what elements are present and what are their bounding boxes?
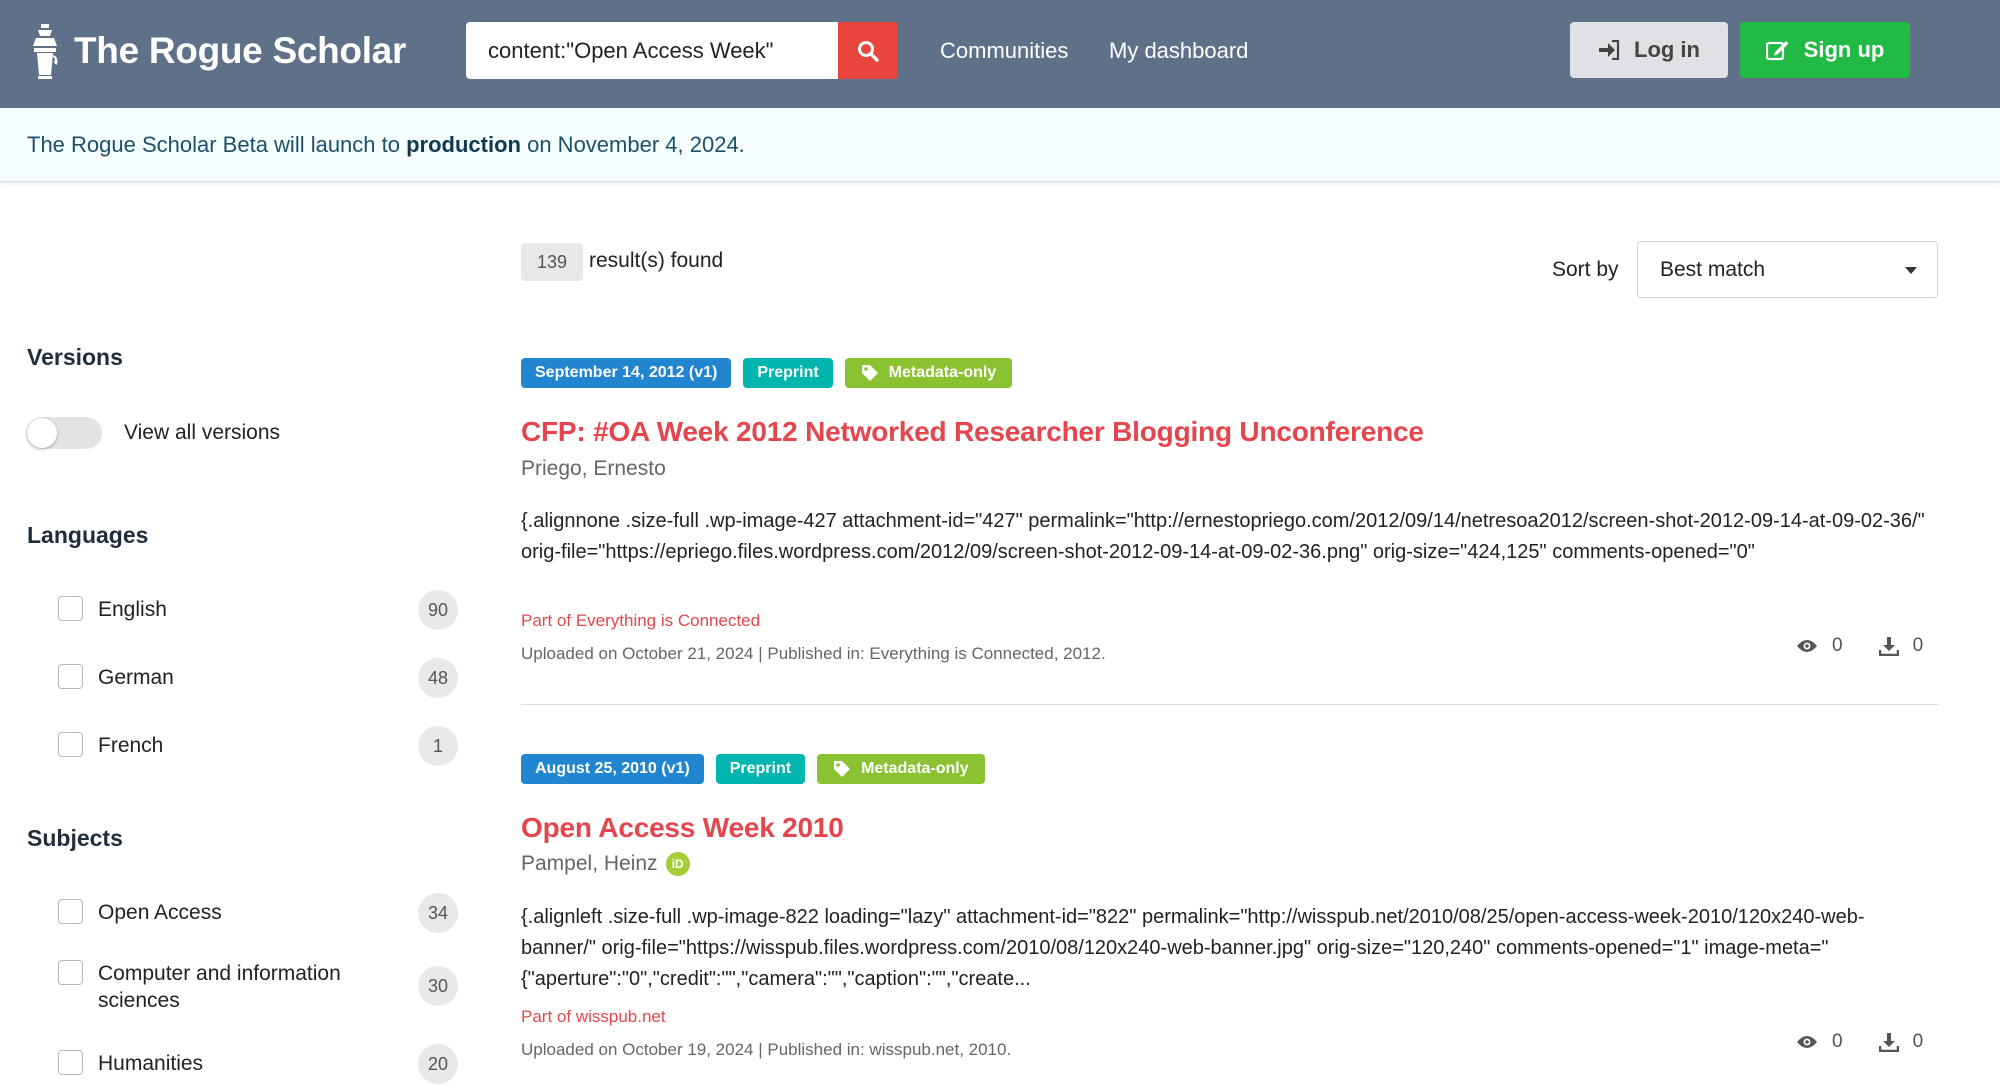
view-all-versions-label: View all versions (124, 421, 281, 444)
checkbox[interactable] (58, 899, 83, 924)
facet-count: 30 (418, 966, 458, 1006)
resource-type-label: Preprint (743, 358, 833, 388)
checkbox[interactable] (58, 960, 83, 985)
access-status-label: Metadata-only (844, 358, 1013, 388)
checkbox[interactable] (58, 596, 83, 621)
author-name[interactable]: Priego, Ernesto (521, 457, 666, 481)
community-link[interactable]: Everything is Connected (576, 611, 760, 630)
tag-icon (834, 761, 851, 777)
community-link[interactable]: wisspub.net (576, 1007, 666, 1026)
downloads-stat: 0 (1878, 1031, 1924, 1053)
login-label: Log in (1634, 37, 1700, 62)
top-header: The Rogue Scholar Communities My dashboa… (0, 0, 2000, 108)
result-description: {.alignleft .size-full .wp-image-822 loa… (521, 906, 1865, 990)
result-labels: August 25, 2010 (v1) Preprint Metadata-o… (521, 754, 985, 784)
result-count-text: result(s) found (589, 249, 724, 272)
access-status-text: Metadata-only (888, 364, 997, 381)
part-of-prefix: Part of (521, 611, 576, 630)
facet-count: 1 (418, 726, 458, 766)
result-stats: 0 0 (1796, 635, 1959, 657)
facet-label: German (98, 666, 174, 689)
view-all-versions-toggle[interactable] (26, 417, 102, 449)
nav-communities[interactable]: Communities (940, 38, 1068, 64)
login-button[interactable]: Log in (1570, 22, 1728, 78)
result-community: Part of wisspub.net (521, 1007, 666, 1027)
eye-icon (1797, 1036, 1817, 1048)
facet-count: 20 (418, 1044, 458, 1084)
edit-icon (1765, 41, 1789, 61)
facet-label: French (98, 734, 164, 757)
checkbox[interactable] (58, 732, 83, 757)
search-input[interactable] (466, 22, 838, 79)
views-stat: 0 (1796, 1031, 1843, 1053)
versions-heading: Versions (27, 344, 123, 370)
downloads-stat: 0 (1878, 635, 1924, 657)
facet-label: Computer and information sciences (98, 962, 341, 1012)
facet-count: 90 (418, 590, 458, 630)
banner-prefix: The Rogue Scholar Beta will launch to (27, 132, 407, 157)
downloads-count: 0 (1912, 1031, 1924, 1052)
announcement-banner: The Rogue Scholar Beta will launch to pr… (0, 108, 2000, 182)
tag-icon (861, 365, 878, 381)
result-title-link[interactable]: CFP: #OA Week 2012 Networked Researcher … (521, 416, 1424, 448)
orcid-icon[interactable]: iD (665, 852, 690, 876)
checkbox[interactable] (58, 664, 83, 689)
search-button[interactable] (838, 22, 898, 79)
result-upload-info: Uploaded on October 21, 2024 | Published… (521, 644, 1106, 663)
access-status-text: Metadata-only (861, 760, 969, 777)
checkbox[interactable] (58, 1050, 83, 1075)
downloads-count: 0 (1912, 635, 1924, 656)
facet-count: 34 (418, 893, 458, 933)
brand-logo[interactable]: The Rogue Scholar (30, 22, 406, 80)
result-author: Pampel, Heinz iD (521, 852, 690, 876)
date-version-label: September 14, 2012 (v1) (521, 358, 732, 388)
banner-suffix: on November 4, 2024. (520, 132, 745, 157)
part-of-prefix: Part of (521, 1007, 576, 1026)
views-stat: 0 (1796, 635, 1843, 657)
author-name[interactable]: Pampel, Heinz (521, 852, 658, 876)
access-status-label: Metadata-only (817, 754, 985, 784)
sign-in-icon (1599, 40, 1620, 60)
result-upload-info: Uploaded on October 19, 2024 | Published… (521, 1040, 1012, 1059)
result-count-badge: 139 (521, 243, 583, 281)
result-stats: 0 0 (1796, 1031, 1959, 1053)
result-author: Priego, Ernesto (521, 457, 666, 481)
facet-label: English (98, 598, 167, 621)
banner-message: The Rogue Scholar Beta will launch to pr… (27, 132, 745, 158)
download-icon (1878, 637, 1899, 656)
brand-name: The Rogue Scholar (74, 30, 407, 71)
search-bar (466, 22, 898, 79)
toggle-knob (27, 418, 57, 448)
facet-count: 48 (418, 658, 458, 698)
download-icon (1878, 1033, 1899, 1052)
signup-label: Sign up (1803, 37, 1885, 62)
result-labels: September 14, 2012 (v1) Preprint Metadat… (521, 358, 1013, 388)
result-community: Part of Everything is Connected (521, 611, 760, 631)
nav-my-dashboard[interactable]: My dashboard (1109, 38, 1248, 64)
subjects-heading: Subjects (27, 825, 123, 851)
views-count: 0 (1832, 1031, 1843, 1052)
signup-button[interactable]: Sign up (1740, 22, 1910, 78)
result-title-link[interactable]: Open Access Week 2010 (521, 812, 844, 844)
date-version-label: August 25, 2010 (v1) (521, 754, 704, 784)
sort-label: Sort by (1552, 258, 1619, 281)
sort-selected-value: Best match (1660, 258, 1766, 281)
sort-dropdown[interactable]: Best match (1637, 241, 1938, 298)
facet-label: Open Access (98, 901, 222, 924)
search-icon (858, 40, 879, 62)
caret-down-icon (1905, 267, 1917, 274)
resource-type-label: Preprint (715, 754, 806, 784)
result-divider (521, 704, 1939, 705)
views-count: 0 (1832, 635, 1843, 656)
facet-label: Humanities (98, 1052, 204, 1075)
languages-heading: Languages (27, 522, 149, 548)
eye-icon (1797, 640, 1817, 652)
banner-highlight: production (406, 132, 521, 157)
result-description: {.alignnone .size-full .wp-image-427 att… (521, 510, 1925, 563)
coffee-pot-icon (33, 24, 58, 79)
